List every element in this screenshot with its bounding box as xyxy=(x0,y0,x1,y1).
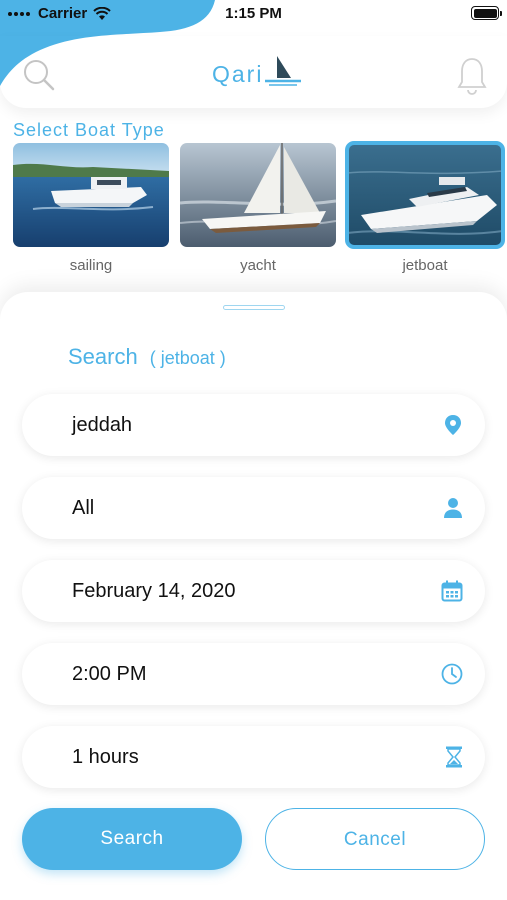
search-panel-title: Search ( jetboat ) xyxy=(68,344,226,370)
guests-value: All xyxy=(72,497,95,519)
boat-type-list: sailing yacht jetboat xyxy=(0,141,507,278)
bell-icon[interactable] xyxy=(457,56,487,96)
location-pin-icon xyxy=(445,415,461,435)
search-icon[interactable] xyxy=(22,58,56,92)
hourglass-icon xyxy=(446,746,462,768)
boat-card-jetboat[interactable]: jetboat xyxy=(345,141,505,274)
duration-field[interactable]: 1 hours xyxy=(22,726,485,788)
location-value: jeddah xyxy=(72,414,133,436)
cancel-button[interactable]: Cancel xyxy=(265,808,485,870)
clock-icon xyxy=(441,663,463,685)
boat-image-sailing xyxy=(13,143,169,247)
user-icon xyxy=(444,498,462,518)
boat-name-yacht: yacht xyxy=(240,257,276,274)
boat-image-yacht xyxy=(180,143,336,247)
boat-name-sailing: sailing xyxy=(69,257,113,274)
date-field[interactable]: February 14, 2020 xyxy=(22,560,485,622)
search-button[interactable]: Search xyxy=(22,808,242,870)
boat-card-yacht[interactable]: yacht xyxy=(180,143,336,274)
app-logo: Qari xyxy=(212,54,303,88)
boat-name-jetboat: jetboat xyxy=(402,257,448,274)
logo-text: Qari xyxy=(212,61,264,87)
date-value: February 14, 2020 xyxy=(72,580,236,602)
boat-card-sailing[interactable]: sailing xyxy=(13,143,169,274)
boat-image-jetboat xyxy=(345,141,505,249)
search-title: Search xyxy=(68,344,138,369)
sheet-drag-handle[interactable] xyxy=(223,305,285,310)
app-header: Qari xyxy=(0,36,507,108)
calendar-icon xyxy=(441,580,463,602)
guests-field[interactable]: All xyxy=(22,477,485,539)
time-field[interactable]: 2:00 PM xyxy=(22,643,485,705)
location-field[interactable]: jeddah xyxy=(22,394,485,456)
status-time: 1:15 PM xyxy=(225,5,282,22)
select-boat-type-label: Select Boat Type xyxy=(13,120,165,140)
time-value: 2:00 PM xyxy=(72,663,147,685)
selected-boat-type: ( jetboat ) xyxy=(149,348,226,368)
battery-icon xyxy=(471,6,502,20)
search-panel: Search ( jetboat ) jeddah All February 1… xyxy=(0,292,507,900)
duration-value: 1 hours xyxy=(72,746,139,768)
status-bar: Carrier 1:15 PM xyxy=(0,0,507,28)
sail-logo-icon xyxy=(265,56,302,86)
